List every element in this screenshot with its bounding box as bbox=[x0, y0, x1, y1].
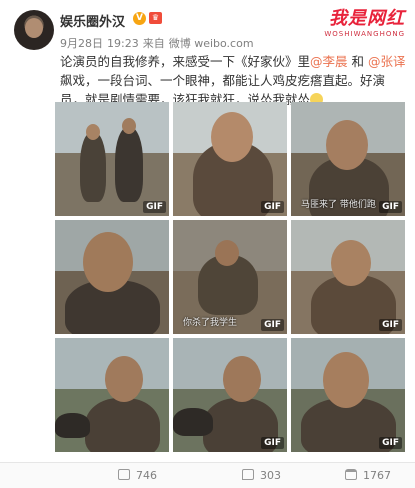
watermark-main: 我是网红 bbox=[329, 8, 405, 29]
comment-button[interactable]: 303 bbox=[242, 469, 281, 482]
gif-subtitle: 你杀了我学生 bbox=[183, 318, 238, 328]
source-prefix: 来自 bbox=[142, 37, 165, 50]
image-thumbnail[interactable]: GIF bbox=[291, 220, 405, 334]
avatar[interactable] bbox=[14, 10, 54, 50]
repost-count: 746 bbox=[136, 469, 157, 482]
watermark-logo: 我是网红 WOSHIWANGHONG bbox=[324, 4, 405, 38]
image-thumbnail[interactable]: GIF bbox=[173, 338, 287, 452]
image-thumbnail[interactable]: GIF bbox=[291, 338, 405, 452]
gif-badge: GIF bbox=[261, 319, 284, 331]
gif-badge: GIF bbox=[261, 201, 284, 213]
image-thumbnail[interactable]: GIF bbox=[55, 102, 169, 216]
image-thumbnail[interactable] bbox=[55, 220, 169, 334]
source-link[interactable]: 微博 weibo.com bbox=[169, 37, 254, 50]
image-thumbnail[interactable]: GIF bbox=[173, 102, 287, 216]
image-thumbnail[interactable]: 马匪来了 带他们跑 GIF bbox=[291, 102, 405, 216]
like-count: 1767 bbox=[363, 469, 391, 482]
gif-badge: GIF bbox=[379, 201, 402, 213]
image-thumbnail[interactable] bbox=[55, 338, 169, 452]
vip-crown-icon: ♛ bbox=[149, 12, 162, 24]
gif-subtitle: 马匪来了 带他们跑 bbox=[301, 200, 376, 210]
username[interactable]: 娱乐圈外汉 bbox=[60, 11, 125, 30]
gif-badge: GIF bbox=[143, 201, 166, 213]
gif-badge: GIF bbox=[261, 437, 284, 449]
repost-button[interactable]: 746 bbox=[118, 469, 157, 482]
action-bar: 746 303 1767 bbox=[0, 462, 415, 488]
post-text: 论演员的自我修养，来感受一下《好家伙》里@李晨 和 @张译 飙戏，一段台词、一个… bbox=[60, 52, 406, 109]
like-button[interactable]: 1767 bbox=[345, 469, 391, 482]
post-meta: 9月28日 19:23 来自 微博 weibo.com bbox=[60, 35, 258, 51]
comment-icon bbox=[242, 469, 254, 480]
verified-badge-icon: V bbox=[133, 12, 146, 25]
comment-count: 303 bbox=[260, 469, 281, 482]
post-time[interactable]: 19:23 bbox=[107, 37, 139, 50]
mention-link[interactable]: @张译 bbox=[368, 54, 406, 69]
thumbs-up-icon bbox=[345, 469, 357, 480]
post-date[interactable]: 9月28日 bbox=[60, 37, 103, 50]
post-text-part: 和 bbox=[347, 54, 368, 69]
mention-link[interactable]: @李晨 bbox=[310, 54, 348, 69]
post-text-part: 论演员的自我修养，来感受一下《好家伙》里 bbox=[60, 54, 311, 69]
gif-badge: GIF bbox=[379, 319, 402, 331]
image-thumbnail[interactable]: 你杀了我学生 GIF bbox=[173, 220, 287, 334]
gif-badge: GIF bbox=[379, 437, 402, 449]
repost-icon bbox=[118, 469, 130, 480]
watermark-sub: WOSHIWANGHONG bbox=[324, 30, 405, 38]
